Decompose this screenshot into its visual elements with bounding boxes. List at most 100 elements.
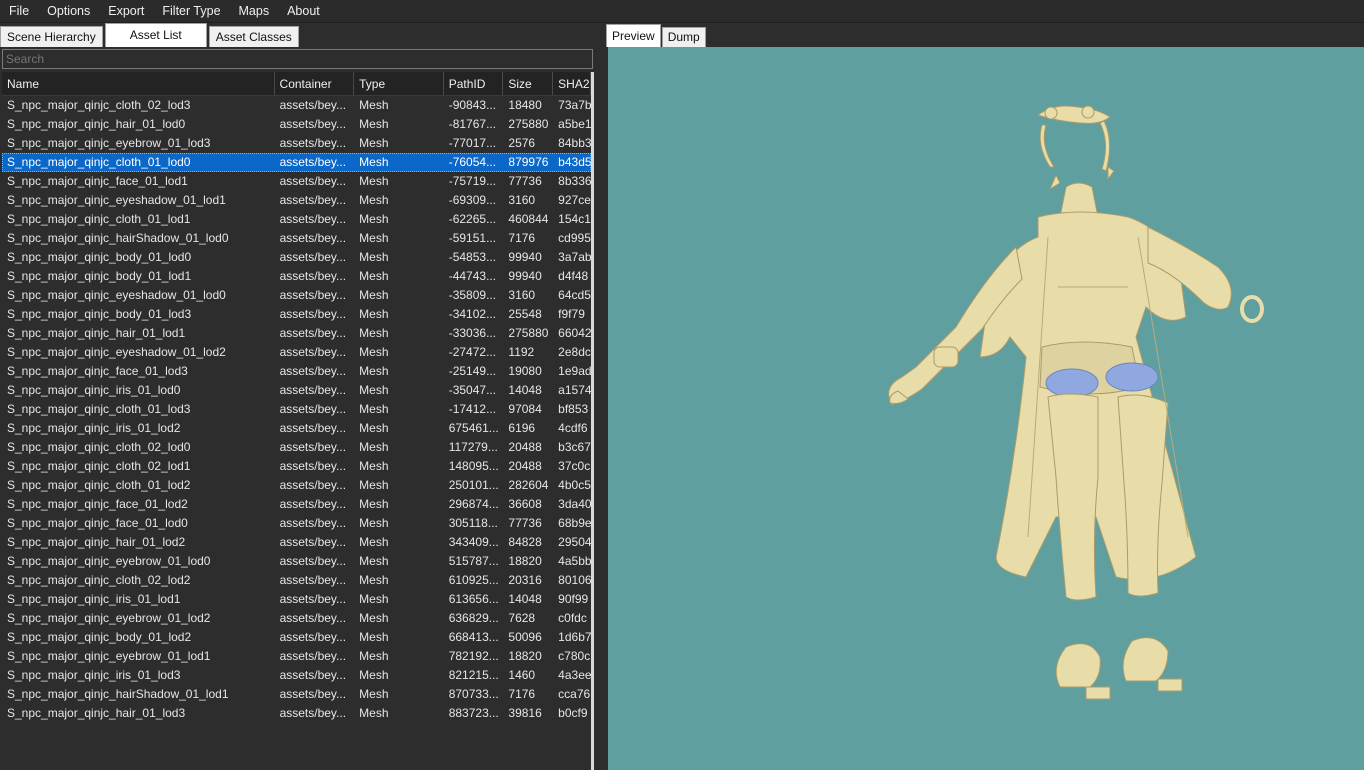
- table-row[interactable]: S_npc_major_qinjc_cloth_02_lod1 assets/be…: [2, 457, 591, 476]
- cell-pathid: 782192...: [448, 649, 499, 663]
- column-header-name[interactable]: Name: [2, 72, 275, 95]
- cell-pathid: -90843...: [448, 98, 497, 112]
- cell-name: S_npc_major_qinjc_iris_01_lod1: [7, 592, 181, 606]
- table-row[interactable]: S_npc_major_qinjc_eyebrow_01_lod3 assets/…: [2, 134, 591, 153]
- tab-asset-classes[interactable]: Asset Classes: [208, 26, 299, 47]
- cell-pathid: -35047...: [448, 383, 497, 397]
- cell-type: Mesh: [359, 687, 389, 701]
- cell-type: Mesh: [359, 668, 389, 682]
- cell-name: S_npc_major_qinjc_eyebrow_01_lod2: [7, 611, 211, 625]
- table-row[interactable]: S_npc_major_qinjc_face_01_lod3 assets/bey…: [2, 362, 591, 381]
- table-row[interactable]: S_npc_major_qinjc_cloth_01_lod2 assets/be…: [2, 476, 591, 495]
- cell-type: Mesh: [359, 611, 389, 625]
- column-header-pathid[interactable]: PathID: [444, 72, 504, 95]
- table-row[interactable]: S_npc_major_qinjc_face_01_lod2 assets/bey…: [2, 495, 591, 514]
- cell-sha2: b0cf9: [558, 706, 588, 720]
- table-row[interactable]: S_npc_major_qinjc_hair_01_lod3 assets/bey…: [2, 704, 591, 723]
- column-header-size[interactable]: Size: [503, 72, 554, 95]
- table-row[interactable]: S_npc_major_qinjc_eyeshadow_01_lod2 asset…: [2, 343, 591, 362]
- cell-sha2: 37c0c: [558, 459, 591, 473]
- right-heel-shape: [1157, 678, 1183, 692]
- cell-sha2: 3da40: [558, 497, 591, 511]
- cell-size: 97084: [508, 402, 542, 416]
- table-row[interactable]: S_npc_major_qinjc_eyeshadow_01_lod1 asset…: [2, 191, 591, 210]
- table-row[interactable]: S_npc_major_qinjc_hair_01_lod2 assets/bey…: [2, 533, 591, 552]
- cell-container: assets/bey...: [279, 364, 347, 378]
- tab-dump[interactable]: Dump: [661, 27, 706, 47]
- table-row[interactable]: S_npc_major_qinjc_body_01_lod1 assets/bey…: [2, 267, 591, 286]
- cell-sha2: 154c1: [558, 212, 591, 226]
- column-header-sha2[interactable]: SHA2: [553, 72, 591, 95]
- cell-pathid: -59151...: [448, 231, 497, 245]
- table-row[interactable]: S_npc_major_qinjc_body_01_lod2 assets/bey…: [2, 628, 591, 647]
- menu-filter-type[interactable]: Filter Type: [153, 0, 229, 23]
- menu-maps[interactable]: Maps: [230, 0, 279, 23]
- mesh-preview-viewport[interactable]: [608, 47, 1364, 770]
- cell-name: S_npc_major_qinjc_face_01_lod0: [7, 516, 188, 530]
- right-bracelet-shape: [1240, 295, 1264, 323]
- cell-pathid: -77017...: [448, 136, 497, 150]
- table-row[interactable]: S_npc_major_qinjc_hair_01_lod1 assets/bey…: [2, 324, 591, 343]
- table-row[interactable]: S_npc_major_qinjc_body_01_lod0 assets/bey…: [2, 248, 591, 267]
- cell-type: Mesh: [359, 649, 389, 663]
- table-row[interactable]: S_npc_major_qinjc_eyebrow_01_lod1 assets/…: [2, 647, 591, 666]
- cell-size: 84828: [508, 535, 542, 549]
- cell-type: Mesh: [359, 136, 389, 150]
- cell-container: assets/bey...: [279, 402, 347, 416]
- cell-type: Mesh: [359, 193, 389, 207]
- table-row[interactable]: S_npc_major_qinjc_cloth_02_lod3 assets/be…: [2, 96, 591, 115]
- table-row[interactable]: S_npc_major_qinjc_cloth_02_lod2 assets/be…: [2, 571, 591, 590]
- table-row[interactable]: S_npc_major_qinjc_cloth_02_lod0 assets/be…: [2, 438, 591, 457]
- table-row[interactable]: S_npc_major_qinjc_iris_01_lod1 assets/bey…: [2, 590, 591, 609]
- table-row[interactable]: S_npc_major_qinjc_body_01_lod3 assets/bey…: [2, 305, 591, 324]
- menu-about[interactable]: About: [278, 0, 329, 23]
- cell-pathid: 515787...: [448, 554, 499, 568]
- table-row[interactable]: S_npc_major_qinjc_hairShadow_01_lod1 asse…: [2, 685, 591, 704]
- table-row[interactable]: S_npc_major_qinjc_face_01_lod1 assets/bey…: [2, 172, 591, 191]
- cell-container: assets/bey...: [279, 383, 347, 397]
- search-input[interactable]: [2, 49, 593, 69]
- cell-container: assets/bey...: [279, 440, 347, 454]
- cell-container: assets/bey...: [279, 706, 347, 720]
- menu-export[interactable]: Export: [99, 0, 153, 23]
- table-row[interactable]: S_npc_major_qinjc_cloth_01_lod0 assets/be…: [2, 153, 591, 172]
- goggle-lens-left: [1044, 106, 1058, 120]
- table-row[interactable]: S_npc_major_qinjc_eyebrow_01_lod2 assets/…: [2, 609, 591, 628]
- table-row[interactable]: S_npc_major_qinjc_eyebrow_01_lod0 assets/…: [2, 552, 591, 571]
- cell-container: assets/bey...: [279, 269, 347, 283]
- tab-asset-list[interactable]: Asset List: [104, 23, 207, 47]
- cell-type: Mesh: [359, 345, 389, 359]
- cell-type: Mesh: [359, 212, 389, 226]
- table-row[interactable]: S_npc_major_qinjc_iris_01_lod2 assets/bey…: [2, 419, 591, 438]
- tab-scene-hierarchy[interactable]: Scene Hierarchy: [0, 26, 103, 47]
- menu-options[interactable]: Options: [38, 0, 99, 23]
- table-row[interactable]: S_npc_major_qinjc_iris_01_lod3 assets/bey…: [2, 666, 591, 685]
- table-row[interactable]: S_npc_major_qinjc_hairShadow_01_lod0 asse…: [2, 229, 591, 248]
- cell-name: S_npc_major_qinjc_body_01_lod1: [7, 269, 192, 283]
- cell-pathid: -17412...: [448, 402, 497, 416]
- cell-type: Mesh: [359, 288, 389, 302]
- cell-size: 18820: [508, 649, 542, 663]
- tab-preview[interactable]: Preview: [606, 24, 661, 47]
- table-row[interactable]: S_npc_major_qinjc_eyeshadow_01_lod0 asset…: [2, 286, 591, 305]
- cell-type: Mesh: [359, 383, 389, 397]
- cell-type: Mesh: [359, 421, 389, 435]
- table-row[interactable]: S_npc_major_qinjc_hair_01_lod0 assets/bey…: [2, 115, 591, 134]
- table-row[interactable]: S_npc_major_qinjc_face_01_lod0 assets/bey…: [2, 514, 591, 533]
- table-row[interactable]: S_npc_major_qinjc_cloth_01_lod3 assets/be…: [2, 400, 591, 419]
- cell-container: assets/bey...: [279, 573, 347, 587]
- column-header-container[interactable]: Container: [275, 72, 355, 95]
- column-header-type[interactable]: Type: [354, 72, 444, 95]
- cell-size: 1192: [508, 345, 535, 359]
- cell-size: 20488: [508, 440, 542, 454]
- cell-name: S_npc_major_qinjc_hairShadow_01_lod0: [7, 231, 229, 245]
- cell-container: assets/bey...: [279, 516, 347, 530]
- asset-panel: Scene HierarchyAsset ListAsset Classes N…: [0, 23, 598, 770]
- cell-name: S_npc_major_qinjc_iris_01_lod3: [7, 668, 181, 682]
- table-row[interactable]: S_npc_major_qinjc_iris_01_lod0 assets/bey…: [2, 381, 591, 400]
- cell-pathid: -81767...: [448, 117, 497, 131]
- cell-pathid: 883723...: [448, 706, 499, 720]
- cell-name: S_npc_major_qinjc_body_01_lod3: [7, 307, 192, 321]
- menu-file[interactable]: File: [0, 0, 38, 23]
- table-row[interactable]: S_npc_major_qinjc_cloth_01_lod1 assets/be…: [2, 210, 591, 229]
